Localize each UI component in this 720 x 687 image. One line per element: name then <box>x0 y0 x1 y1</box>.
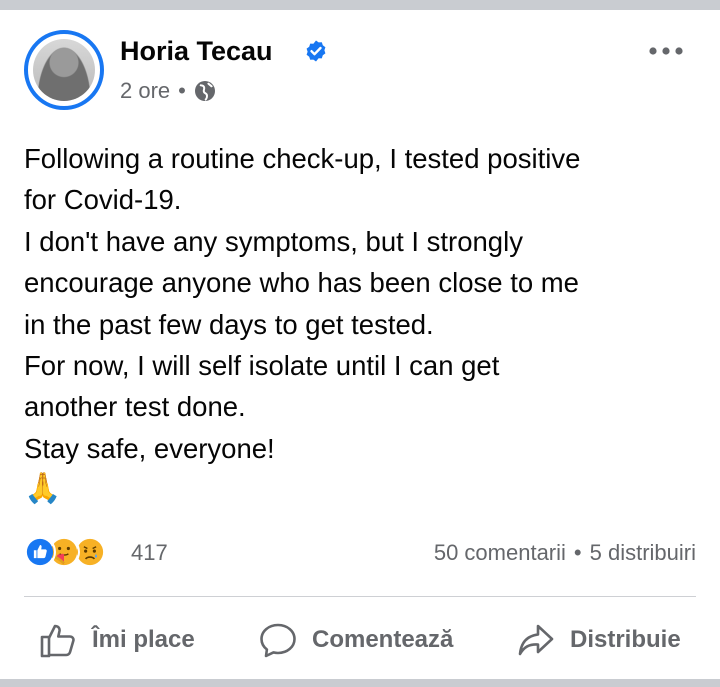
more-options-icon[interactable] <box>646 44 686 58</box>
post-time[interactable]: 2 ore <box>120 78 170 104</box>
comments-count[interactable]: 50 comentarii <box>434 540 566 566</box>
like-button[interactable]: Îmi place <box>38 610 195 670</box>
meta-separator: • <box>178 78 186 103</box>
globe-icon <box>194 81 215 101</box>
post-meta: 2 ore • <box>120 78 216 104</box>
shares-count[interactable]: 5 distribuiri <box>590 540 696 566</box>
share-button-label: Distribuie <box>570 626 681 653</box>
folded-hands-emoji: 🙏 <box>24 472 62 506</box>
post-line: For now, I will self isolate until I can… <box>24 350 500 382</box>
post-text: Following a routine check-up, I tested p… <box>24 138 694 509</box>
author-name[interactable]: Horia Tecau <box>120 36 273 67</box>
post-header: Horia Tecau 2 ore • <box>0 10 720 120</box>
post-line: Following a routine check-up, I tested p… <box>24 143 581 174</box>
share-arrow-icon <box>518 624 554 656</box>
divider <box>24 596 696 597</box>
top-separator <box>0 0 720 10</box>
profile-photo <box>33 39 95 101</box>
verified-badge-icon <box>306 40 326 62</box>
bottom-separator <box>0 679 720 687</box>
share-button[interactable]: Distribuie <box>516 610 681 670</box>
post-line: another test done. <box>24 391 246 423</box>
engagement-stats: 50 comentarii • 5 distribuiri <box>434 540 696 566</box>
stats-separator: • <box>573 540 582 565</box>
post-line: for Covid-19. <box>24 184 182 216</box>
comment-button[interactable]: Comentează <box>258 610 453 670</box>
thumbs-up-icon <box>40 624 75 658</box>
post-line: Stay safe, everyone! <box>24 432 275 464</box>
post-line: I don't have any symptoms, but I strongl… <box>24 225 523 257</box>
like-reaction-icon <box>24 536 56 568</box>
post-line: in the past few days to get tested. <box>24 308 434 340</box>
post-line: encourage anyone who has been close to m… <box>24 267 579 299</box>
reactions-count[interactable]: 417 <box>131 540 168 566</box>
action-bar: Îmi place Comentează Distribuie <box>0 610 720 670</box>
reactions-summary: 417 50 comentarii • 5 distribuiri <box>0 530 720 574</box>
avatar[interactable] <box>24 30 104 110</box>
comment-button-label: Comentează <box>312 626 454 653</box>
like-button-label: Îmi place <box>92 626 195 653</box>
comment-bubble-icon <box>260 623 296 658</box>
reaction-icons[interactable] <box>24 536 124 568</box>
